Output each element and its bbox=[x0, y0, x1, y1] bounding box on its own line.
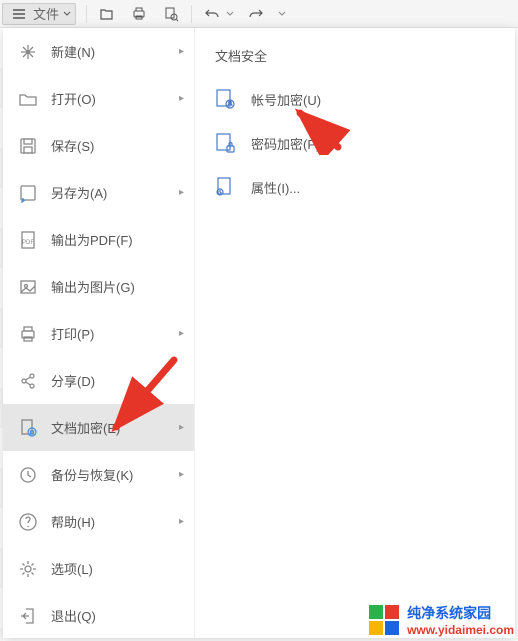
menu-label: 帮助(H) bbox=[51, 512, 167, 531]
print-icon bbox=[17, 323, 39, 345]
share-icon bbox=[17, 370, 39, 392]
menu-label: 新建(N) bbox=[51, 42, 167, 61]
menu-item-new[interactable]: 新建(N) ▸ bbox=[3, 28, 194, 75]
backup-icon bbox=[17, 464, 39, 486]
submenu-label: 属性(I)... bbox=[251, 178, 300, 197]
image-icon bbox=[17, 276, 39, 298]
submenu-item-password-encrypt[interactable]: 密码加密(P) bbox=[195, 121, 515, 165]
password-encrypt-icon bbox=[213, 131, 237, 155]
page-magnify-icon bbox=[161, 4, 181, 24]
menu-item-save-as[interactable]: 另存为(A) ▸ bbox=[3, 169, 194, 216]
help-icon bbox=[17, 511, 39, 533]
more-button[interactable] bbox=[272, 2, 292, 26]
submenu-label: 密码加密(P) bbox=[251, 134, 320, 153]
file-menu-list: 新建(N) ▸ 打开(O) ▸ 保存(S) 另存为(A) ▸ PDF bbox=[3, 28, 195, 638]
menu-label: 另存为(A) bbox=[51, 183, 167, 202]
menu-item-share[interactable]: 分享(D) bbox=[3, 357, 194, 404]
menu-label: 备份与恢复(K) bbox=[51, 465, 167, 484]
menu-label: 输出为PDF(F) bbox=[51, 230, 184, 249]
menu-label: 选项(L) bbox=[51, 559, 184, 578]
properties-icon bbox=[213, 175, 237, 199]
watermark-logo-icon bbox=[367, 603, 401, 637]
menu-item-export-pdf[interactable]: PDF 输出为PDF(F) bbox=[3, 216, 194, 263]
watermark-url: www.yidaimei.com bbox=[407, 623, 514, 637]
menu-label: 输出为图片(G) bbox=[51, 277, 184, 296]
folder-open-icon bbox=[97, 4, 117, 24]
account-encrypt-icon bbox=[213, 87, 237, 111]
open-button[interactable] bbox=[91, 2, 123, 26]
submenu-arrow-icon: ▸ bbox=[179, 93, 184, 104]
menu-label: 保存(S) bbox=[51, 136, 184, 155]
menu-item-print[interactable]: 打印(P) ▸ bbox=[3, 310, 194, 357]
file-menu-button[interactable]: 文件 bbox=[2, 3, 76, 25]
file-menu-label: 文件 bbox=[33, 4, 59, 23]
preview-button[interactable] bbox=[155, 2, 187, 26]
save-as-icon bbox=[17, 182, 39, 204]
redo-icon bbox=[246, 4, 266, 24]
undo-button[interactable] bbox=[196, 2, 240, 26]
submenu-arrow-icon: ▸ bbox=[179, 328, 184, 339]
caret-down-icon bbox=[63, 10, 71, 18]
print-button[interactable] bbox=[123, 2, 155, 26]
caret-down-icon bbox=[278, 10, 286, 18]
separator bbox=[86, 5, 87, 23]
menu-item-export-image[interactable]: 输出为图片(G) bbox=[3, 263, 194, 310]
exit-icon bbox=[17, 605, 39, 627]
print-icon bbox=[129, 4, 149, 24]
menu-item-exit[interactable]: 退出(Q) bbox=[3, 592, 194, 639]
menu-icon bbox=[9, 4, 29, 24]
save-icon bbox=[17, 135, 39, 157]
redo-button[interactable] bbox=[240, 2, 272, 26]
submenu-arrow-icon: ▸ bbox=[179, 187, 184, 198]
submenu-arrow-icon: ▸ bbox=[179, 422, 184, 433]
gear-icon bbox=[17, 558, 39, 580]
menu-item-encrypt[interactable]: 文档加密(E) ▸ bbox=[3, 404, 194, 451]
folder-icon bbox=[17, 88, 39, 110]
watermark: 纯净系统家园 www.yidaimei.com bbox=[367, 603, 514, 637]
menu-label: 文档加密(E) bbox=[51, 418, 167, 437]
submenu-arrow-icon: ▸ bbox=[179, 46, 184, 57]
submenu-arrow-icon: ▸ bbox=[179, 469, 184, 480]
caret-down-icon bbox=[226, 10, 234, 18]
svg-text:PDF: PDF bbox=[22, 240, 34, 246]
file-menu-panel: 新建(N) ▸ 打开(O) ▸ 保存(S) 另存为(A) ▸ PDF bbox=[3, 28, 515, 638]
submenu-item-account-encrypt[interactable]: 帐号加密(U) bbox=[195, 77, 515, 121]
menu-label: 打开(O) bbox=[51, 89, 167, 108]
menu-label: 退出(Q) bbox=[51, 606, 184, 625]
menu-item-backup[interactable]: 备份与恢复(K) ▸ bbox=[3, 451, 194, 498]
menu-item-save[interactable]: 保存(S) bbox=[3, 122, 194, 169]
watermark-title: 纯净系统家园 bbox=[407, 603, 514, 623]
submenu-header: 文档安全 bbox=[195, 36, 515, 77]
menu-label: 分享(D) bbox=[51, 371, 184, 390]
submenu-item-properties[interactable]: 属性(I)... bbox=[195, 165, 515, 209]
submenu-label: 帐号加密(U) bbox=[251, 90, 321, 109]
submenu-panel: 文档安全 帐号加密(U) 密码加密(P) 属性(I)... bbox=[195, 28, 515, 638]
menu-label: 打印(P) bbox=[51, 324, 167, 343]
submenu-arrow-icon: ▸ bbox=[179, 516, 184, 527]
undo-icon bbox=[202, 4, 222, 24]
menu-item-open[interactable]: 打开(O) ▸ bbox=[3, 75, 194, 122]
pdf-icon: PDF bbox=[17, 229, 39, 251]
menu-item-options[interactable]: 选项(L) bbox=[3, 545, 194, 592]
menu-item-help[interactable]: 帮助(H) ▸ bbox=[3, 498, 194, 545]
toolbar: 文件 bbox=[0, 0, 518, 28]
new-icon bbox=[17, 41, 39, 63]
separator bbox=[191, 5, 192, 23]
encrypt-icon bbox=[17, 417, 39, 439]
